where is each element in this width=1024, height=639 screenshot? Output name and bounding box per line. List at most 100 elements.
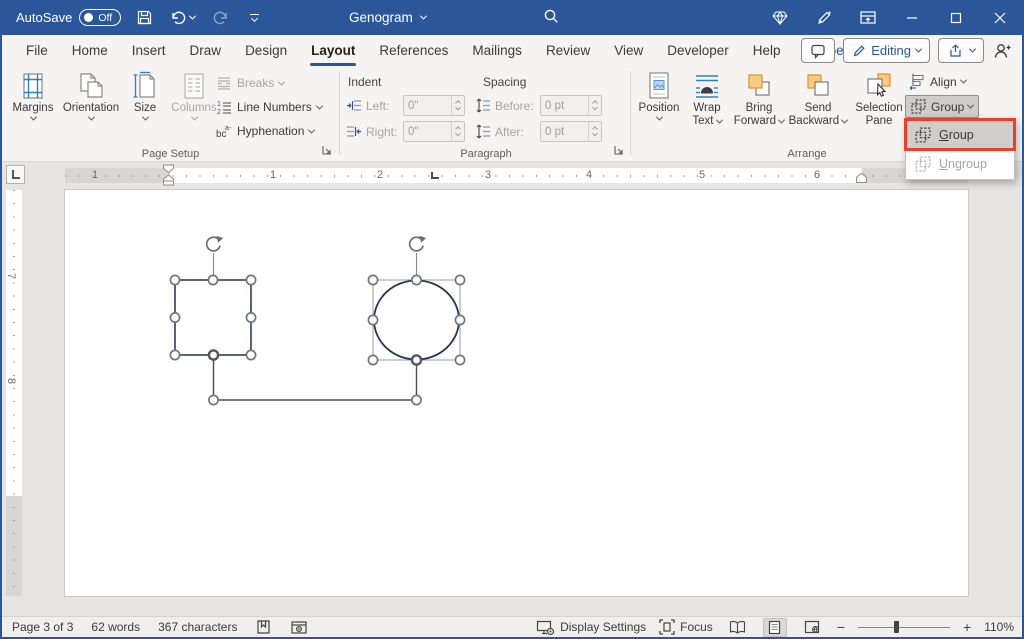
horizontal-ruler[interactable]: 1 1 2 3 4 5 6 (65, 168, 968, 183)
maximize-button[interactable] (934, 0, 978, 35)
indent-left-input[interactable] (404, 96, 451, 115)
zoom-slider[interactable] (858, 627, 950, 628)
tab-help[interactable]: Help (741, 35, 793, 66)
status-bar: Page 3 of 3 62 words 367 characters (2, 616, 1022, 637)
indent-right-input[interactable] (404, 122, 451, 141)
undo-button[interactable] (167, 7, 197, 29)
tab-view[interactable]: View (602, 35, 655, 66)
document-title[interactable]: Genogram (349, 0, 426, 35)
copilot-pen-button[interactable] (802, 0, 846, 35)
tab-layout[interactable]: Layout (299, 35, 367, 66)
print-layout-button[interactable] (763, 618, 787, 637)
spacing-after-input[interactable] (541, 122, 588, 141)
size-button[interactable]: Size (124, 68, 166, 121)
columns-button[interactable]: Columns (168, 68, 220, 121)
hyphenation-icon: bc a- (216, 123, 232, 139)
search-button[interactable] (542, 7, 560, 25)
margins-button[interactable]: Margins (8, 68, 58, 121)
indent-markers[interactable] (162, 164, 175, 186)
minimize-button[interactable] (890, 0, 934, 35)
zoom-in-button[interactable]: + (963, 619, 971, 635)
tab-design[interactable]: Design (233, 35, 299, 66)
breaks-button[interactable]: Breaks (216, 72, 322, 94)
read-mode-button[interactable] (726, 618, 750, 637)
group-separator (339, 71, 340, 155)
right-indent-marker[interactable] (855, 173, 868, 184)
focus-mode-button[interactable]: Focus (659, 619, 713, 635)
indent-right-stepper[interactable] (403, 121, 465, 142)
zoom-slider-thumb[interactable] (894, 621, 899, 633)
proofing-status-button[interactable] (255, 619, 272, 635)
menu-item-group[interactable]: Group (907, 120, 1013, 149)
autosave-pill[interactable]: Off (79, 9, 121, 26)
connector-endpoint-handle[interactable] (412, 395, 421, 404)
bring-forward-button[interactable]: Bring Forward (732, 68, 786, 127)
tab-stop-marker[interactable] (431, 172, 439, 179)
tab-insert[interactable]: Insert (120, 35, 178, 66)
macro-recording-button[interactable] (290, 619, 308, 635)
comments-button[interactable] (801, 38, 835, 63)
position-button[interactable]: Position (636, 68, 682, 127)
presence-button[interactable] (992, 42, 1012, 60)
group-icon (914, 126, 932, 144)
ribbon-display-options-button[interactable] (846, 0, 890, 35)
spacing-after-stepper[interactable] (540, 121, 602, 142)
wrap-text-button[interactable]: Wrap Text (684, 68, 730, 127)
redo-button[interactable] (209, 7, 231, 29)
page-setup-dialog-launcher[interactable] (322, 145, 334, 157)
tab-selector[interactable] (6, 165, 25, 184)
elbow-connector[interactable] (214, 355, 417, 400)
share-chevron (969, 46, 976, 53)
send-backward-button[interactable]: Send Backward (788, 68, 848, 127)
tab-references[interactable]: References (367, 35, 460, 66)
zoom-level[interactable]: 110% (984, 620, 1014, 634)
indent-left-stepper[interactable] (403, 95, 465, 116)
tab-review[interactable]: Review (534, 35, 602, 66)
autosave-toggle[interactable]: AutoSave Off (16, 9, 121, 26)
editing-mode-button[interactable]: Editing (843, 38, 930, 63)
display-settings-button[interactable]: Display Settings (536, 619, 646, 636)
orientation-button[interactable]: Orientation (60, 68, 122, 121)
square-shape[interactable] (175, 280, 251, 355)
read-mode-icon (729, 620, 746, 634)
group-dropdown-button[interactable]: Group (905, 95, 979, 118)
tab-draw[interactable]: Draw (178, 35, 234, 66)
tab-file[interactable]: File (14, 35, 60, 66)
square-selection-handles[interactable] (170, 275, 255, 359)
word-count[interactable]: 62 words (91, 620, 140, 634)
title-dropdown-chevron (420, 13, 427, 20)
line-numbers-icon: 1 2 (216, 99, 232, 115)
character-count[interactable]: 367 characters (158, 620, 237, 634)
tab-developer[interactable]: Developer (655, 35, 741, 66)
menu-item-ungroup[interactable]: Ungroup (907, 149, 1013, 178)
close-button[interactable] (978, 0, 1022, 35)
page-indicator[interactable]: Page 3 of 3 (12, 620, 73, 634)
hyphenation-button[interactable]: bc a- Hyphenation (216, 120, 322, 142)
rotate-handle-icon[interactable] (207, 236, 223, 251)
web-layout-button[interactable] (800, 618, 824, 637)
circle-selection-handles[interactable] (368, 275, 464, 364)
tab-home[interactable]: Home (60, 35, 120, 66)
zoom-out-button[interactable]: − (837, 619, 845, 635)
connector-attach-handle[interactable] (412, 355, 421, 364)
connector-endpoint-handle[interactable] (209, 395, 218, 404)
rotate-handle-icon[interactable] (410, 236, 426, 251)
connector-attach-handle[interactable] (209, 350, 218, 359)
spacing-before-stepper[interactable] (540, 95, 602, 116)
editing-label: Editing (871, 43, 911, 58)
close-icon (994, 12, 1006, 24)
share-button[interactable] (938, 38, 984, 63)
spacing-header: Spacing (483, 75, 526, 89)
customize-quick-access-button[interactable] (243, 7, 265, 29)
align-button[interactable]: Align (905, 70, 979, 93)
editing-chevron (915, 46, 922, 53)
tab-mailings[interactable]: Mailings (460, 35, 534, 66)
line-numbers-button[interactable]: 1 2 Line Numbers (216, 96, 322, 118)
autosave-state: Off (98, 12, 112, 24)
save-button[interactable] (133, 7, 155, 29)
circle-shape[interactable] (374, 281, 459, 360)
spacing-before-input[interactable] (541, 96, 588, 115)
selection-pane-button[interactable]: Selection Pane (850, 68, 908, 127)
premium-button[interactable] (758, 0, 802, 35)
paragraph-dialog-launcher[interactable] (614, 145, 626, 157)
